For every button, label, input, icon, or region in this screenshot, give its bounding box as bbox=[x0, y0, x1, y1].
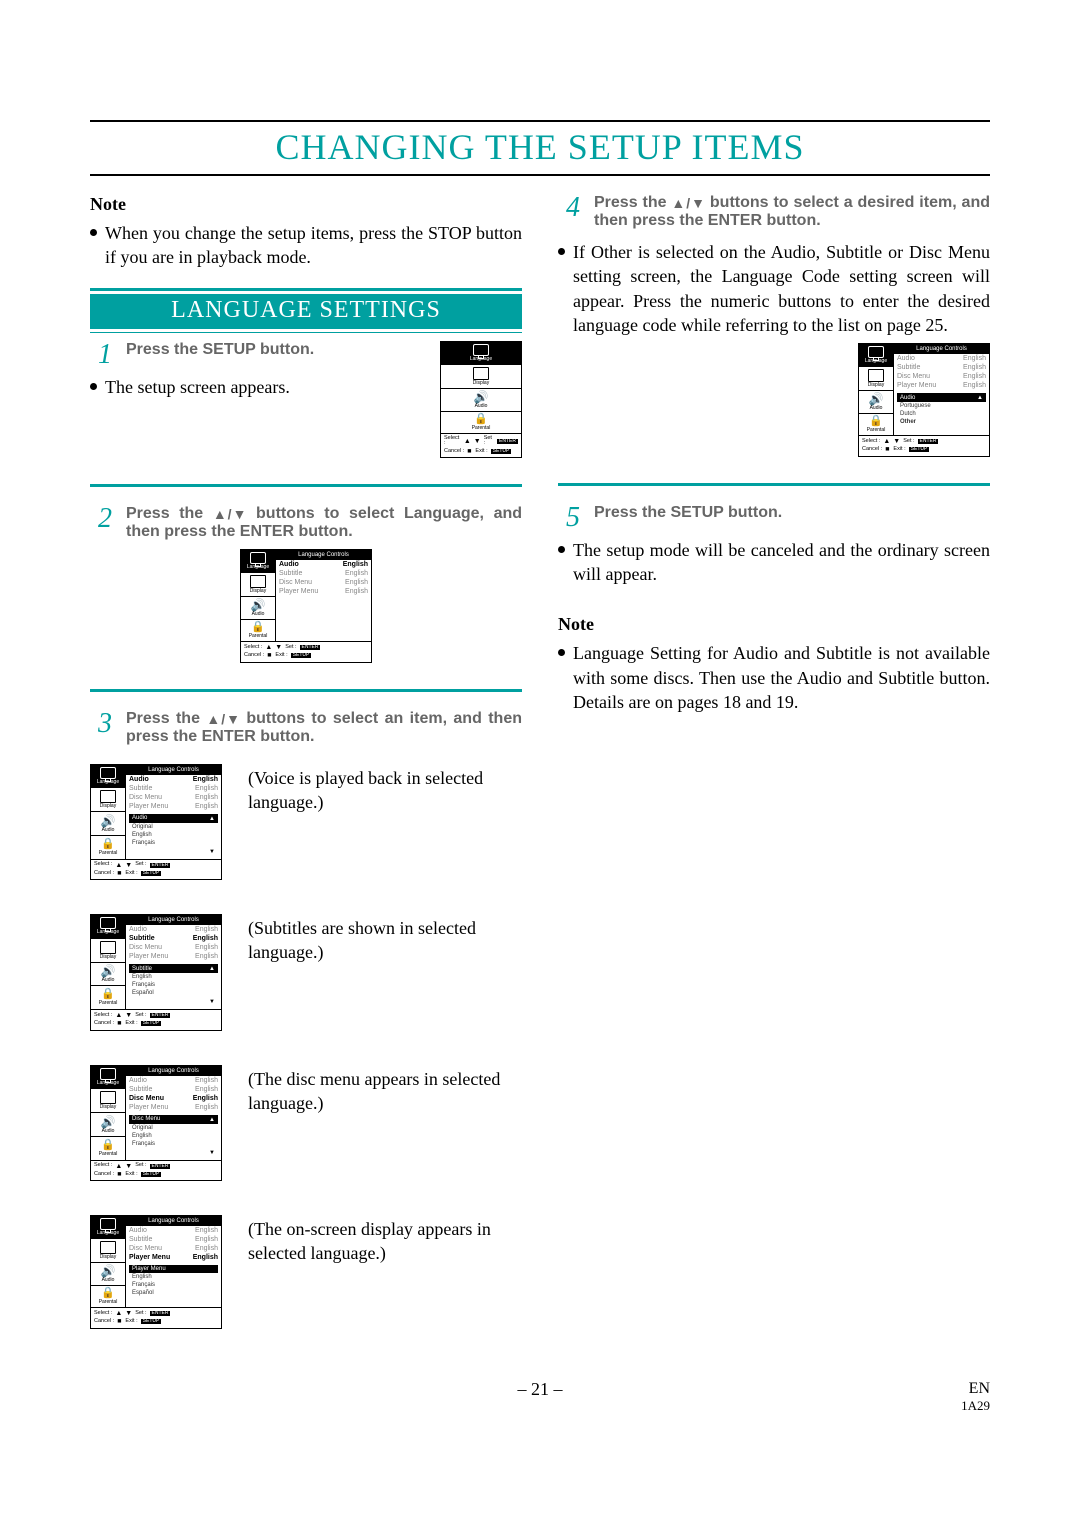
step-3: 3 Press the ▲/▼ buttons to select an ite… bbox=[90, 710, 522, 746]
step1-result: The setup screen appears. bbox=[90, 375, 422, 399]
subtitle-submenu-row: Language Display 🔊Audio 🔒Parental Langua… bbox=[90, 914, 522, 1031]
note2-text: Language Setting for Audio and Subtitle … bbox=[573, 641, 990, 714]
playermenu-submenu-row: Language Display 🔊Audio 🔒Parental Langua… bbox=[90, 1215, 522, 1329]
step4-result: If Other is selected on the Audio, Subti… bbox=[558, 240, 990, 337]
osd-side-parental: Parental bbox=[472, 426, 491, 431]
playermenu-desc: (The on-screen display appears in select… bbox=[248, 1215, 522, 1266]
note-bullet: When you change the setup items, press t… bbox=[90, 221, 522, 270]
left-column: Note When you change the setup items, pr… bbox=[90, 194, 522, 1339]
audio-submenu-row: Language Display 🔊Audio 🔒Parental Langua… bbox=[90, 764, 522, 881]
osd-audio-submenu: Language Display 🔊Audio 🔒Parental Langua… bbox=[90, 764, 222, 881]
step-text: Press the ▲/▼ buttons to select a desire… bbox=[594, 194, 990, 230]
subtitle-desc: (Subtitles are shown in selected languag… bbox=[248, 914, 522, 965]
osd-discmenu-submenu: Language Display 🔊Audio 🔒Parental Langua… bbox=[90, 1065, 222, 1182]
step-text: Press the ▲/▼ buttons to select an item,… bbox=[126, 710, 522, 746]
separator bbox=[558, 483, 990, 490]
up-down-arrows-icon: ▲/▼ bbox=[206, 712, 240, 726]
osd-other-submenu: Language Display 🔊Audio 🔒Parental Langua… bbox=[858, 343, 990, 457]
step1-result-text: The setup screen appears. bbox=[105, 375, 290, 399]
note2-bullet: Language Setting for Audio and Subtitle … bbox=[558, 641, 990, 714]
audio-desc: (Voice is played back in selected langua… bbox=[248, 764, 522, 815]
page-title-bar: CHANGING THE SETUP ITEMS bbox=[90, 120, 990, 176]
step-number: 2 bbox=[90, 505, 112, 533]
step-number: 4 bbox=[558, 194, 580, 222]
footer-en: EN bbox=[961, 1379, 990, 1398]
bullet-icon bbox=[90, 229, 97, 236]
step-4: 4 Press the ▲/▼ buttons to select a desi… bbox=[558, 194, 990, 230]
step-text: Press the SETUP button. bbox=[594, 504, 990, 522]
osd-playermenu-submenu: Language Display 🔊Audio 🔒Parental Langua… bbox=[90, 1215, 222, 1329]
step-number: 5 bbox=[558, 504, 580, 532]
bullet-icon bbox=[90, 383, 97, 390]
step5-result-text: The setup mode will be canceled and the … bbox=[573, 538, 990, 587]
right-column: 4 Press the ▲/▼ buttons to select a desi… bbox=[558, 194, 990, 1339]
note-heading-2: Note bbox=[558, 614, 990, 635]
page-footer: – 21 – EN 1A29 bbox=[90, 1379, 990, 1400]
step-1: 1 Press the SETUP button. bbox=[90, 341, 422, 369]
discmenu-submenu-row: Language Display 🔊Audio 🔒Parental Langua… bbox=[90, 1065, 522, 1182]
step5-result: The setup mode will be canceled and the … bbox=[558, 538, 990, 587]
bullet-icon bbox=[558, 649, 565, 656]
note-heading: Note bbox=[90, 194, 522, 215]
footer-code: 1A29 bbox=[961, 1398, 990, 1414]
up-down-arrows-icon: ▲/▼ bbox=[671, 196, 705, 210]
step-number: 1 bbox=[90, 341, 112, 369]
step-text: Press the ▲/▼ buttons to select Language… bbox=[126, 505, 522, 541]
discmenu-desc: (The disc menu appears in selected langu… bbox=[248, 1065, 522, 1116]
page-title: CHANGING THE SETUP ITEMS bbox=[275, 127, 804, 167]
osd-side-audio: Audio bbox=[475, 404, 488, 409]
step4-result-text: If Other is selected on the Audio, Subti… bbox=[573, 240, 990, 337]
bullet-icon bbox=[558, 546, 565, 553]
step-2: 2 Press the ▲/▼ buttons to select Langua… bbox=[90, 505, 522, 541]
step-number: 3 bbox=[90, 710, 112, 738]
step-5: 5 Press the SETUP button. bbox=[558, 504, 990, 532]
section-header: LANGUAGE SETTINGS bbox=[90, 294, 522, 329]
osd-subtitle-submenu: Language Display 🔊Audio 🔒Parental Langua… bbox=[90, 914, 222, 1031]
separator bbox=[90, 689, 522, 696]
bullet-icon bbox=[558, 248, 565, 255]
osd-language-list: Language Display 🔊Audio 🔒Parental Langua… bbox=[240, 549, 372, 663]
step-text: Press the SETUP button. bbox=[126, 341, 422, 359]
separator bbox=[90, 484, 522, 491]
note-text: When you change the setup items, press t… bbox=[105, 221, 522, 270]
section-header-wrap: LANGUAGE SETTINGS bbox=[90, 288, 522, 333]
osd-setup-sidebar: Language Display 🔊Audio 🔒Parental Select… bbox=[440, 341, 522, 459]
page-number: – 21 – bbox=[518, 1379, 563, 1400]
up-down-arrows-icon: ▲/▼ bbox=[213, 507, 247, 521]
osd-side-display: Display bbox=[473, 381, 489, 386]
